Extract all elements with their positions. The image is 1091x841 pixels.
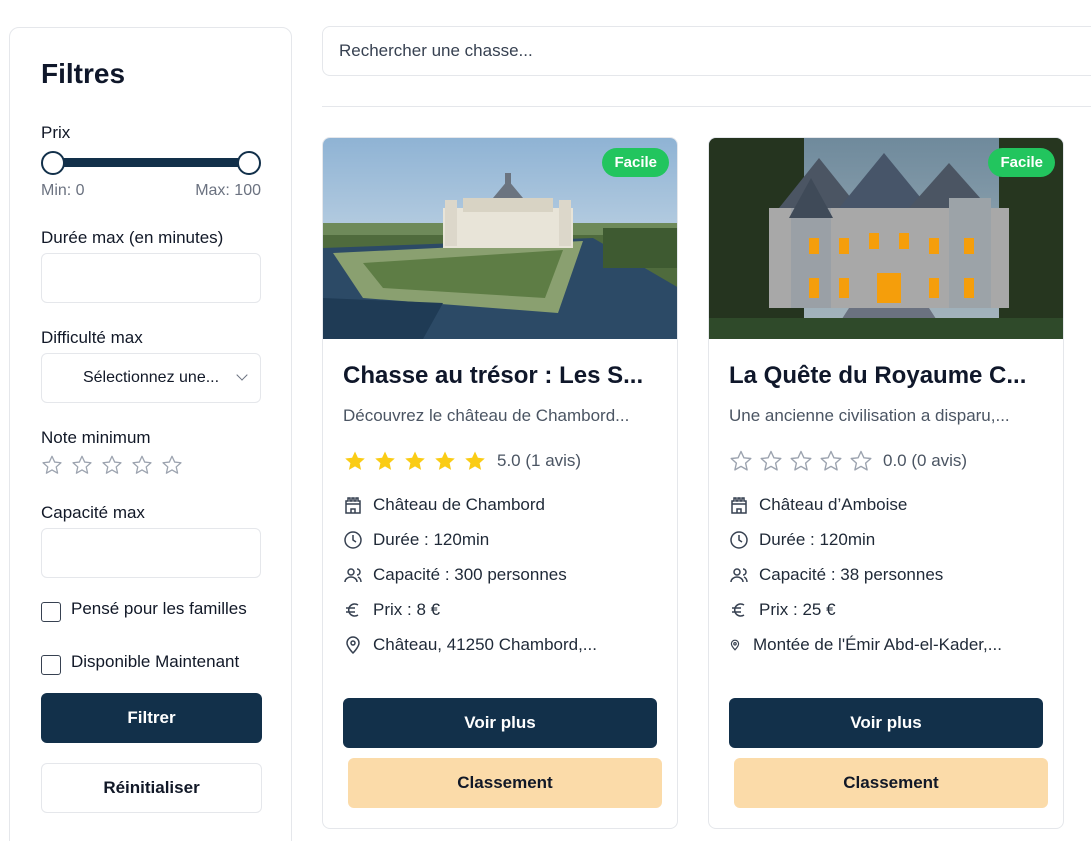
duration-label: Durée max (en minutes) bbox=[41, 228, 224, 247]
card-description: Découvrez le château de Chambord... bbox=[343, 406, 630, 425]
ranking-button[interactable]: Classement bbox=[348, 758, 662, 808]
star-icon[interactable] bbox=[161, 454, 183, 476]
star-filled-icon bbox=[345, 451, 365, 470]
card-location: Château d’Amboise bbox=[729, 495, 1049, 515]
location-text: Château d’Amboise bbox=[759, 495, 908, 514]
star-filled-icon bbox=[375, 451, 395, 470]
card-rating: 0.0 (0 avis) bbox=[729, 449, 967, 473]
map-pin-icon bbox=[346, 636, 360, 655]
available-checkbox-label: Disponible Maintenant bbox=[71, 652, 240, 671]
star-filled-icon bbox=[405, 451, 425, 470]
map-pin-icon bbox=[730, 639, 740, 651]
capacity-input[interactable] bbox=[41, 528, 261, 578]
price-label: Prix bbox=[41, 123, 71, 142]
difficulty-label: Difficulté max bbox=[41, 328, 143, 347]
card-image-chambord: Facile bbox=[323, 138, 677, 339]
available-option[interactable]: Disponible Maintenant bbox=[41, 653, 271, 675]
available-checkbox[interactable] bbox=[41, 655, 61, 675]
divider bbox=[322, 106, 1091, 107]
price-max-label: Max: 100 bbox=[195, 182, 261, 199]
card-price: Prix : 8 € bbox=[343, 600, 663, 620]
star-filled-icon bbox=[435, 451, 455, 470]
price-slider-min-handle[interactable] bbox=[41, 151, 65, 175]
difficulty-badge: Facile bbox=[602, 148, 669, 177]
price-slider-max-handle[interactable] bbox=[237, 151, 261, 175]
difficulty-selected-value: Sélectionnez une... bbox=[82, 369, 220, 386]
users-icon bbox=[344, 568, 362, 583]
difficulty-select[interactable]: Sélectionnez une... bbox=[41, 353, 261, 403]
star-icon[interactable] bbox=[71, 454, 93, 476]
price-text: Prix : 25 € bbox=[759, 600, 836, 619]
filters-sidebar: Filtres Prix Min: 0 Max: 100 Durée max (… bbox=[9, 27, 292, 841]
location-text: Château de Chambord bbox=[373, 495, 546, 514]
family-option[interactable]: Pensé pour les familles bbox=[41, 600, 251, 622]
card-price: Prix : 25 € bbox=[729, 600, 1049, 620]
min-rating-stars bbox=[41, 454, 183, 476]
card-image-castle: Facile bbox=[709, 138, 1063, 339]
chevron-down-icon bbox=[236, 369, 248, 381]
star-icon[interactable] bbox=[131, 454, 153, 476]
rating-text: 0.0 (0 avis) bbox=[883, 451, 968, 470]
star-empty-icon bbox=[790, 450, 812, 471]
clock-icon bbox=[344, 531, 362, 549]
euro-icon bbox=[732, 603, 745, 617]
capacity-text: Capacité : 300 personnes bbox=[373, 565, 567, 584]
card-capacity: Capacité : 38 personnes bbox=[729, 565, 1049, 585]
price-text: Prix : 8 € bbox=[373, 600, 441, 619]
rating-label: Note minimum bbox=[41, 428, 151, 447]
duration-text: Durée : 120min bbox=[759, 530, 876, 549]
filters-title: Filtres bbox=[41, 58, 126, 89]
hunt-card: Facile Chasse au trésor : Les S... Décou… bbox=[322, 137, 678, 829]
hunt-card: Facile La Quête du Royaume C... Une anci… bbox=[708, 137, 1064, 829]
see-more-button[interactable]: Voir plus bbox=[729, 698, 1043, 748]
duration-text: Durée : 120min bbox=[373, 530, 490, 549]
address-text: Montée de l'Émir Abd-el-Kader,... bbox=[753, 635, 1002, 654]
euro-icon bbox=[346, 603, 359, 617]
star-filled-icon bbox=[465, 451, 485, 470]
family-checkbox-label: Pensé pour les familles bbox=[71, 599, 247, 618]
filter-button[interactable]: Filtrer bbox=[41, 693, 262, 743]
family-checkbox[interactable] bbox=[41, 602, 61, 622]
star-icon[interactable] bbox=[41, 454, 63, 476]
duration-input[interactable] bbox=[41, 253, 261, 303]
price-min-label: Min: 0 bbox=[41, 182, 85, 199]
capacity-text: Capacité : 38 personnes bbox=[759, 565, 944, 584]
card-address: Montée de l'Émir Abd-el-Kader,... bbox=[729, 635, 1049, 655]
difficulty-badge: Facile bbox=[988, 148, 1055, 177]
rating-text: 5.0 (1 avis) bbox=[497, 451, 582, 470]
star-empty-icon bbox=[850, 450, 872, 471]
card-title: La Quête du Royaume C... bbox=[729, 362, 1027, 389]
capacity-label: Capacité max bbox=[41, 503, 145, 522]
star-empty-icon bbox=[820, 450, 842, 471]
castle-icon bbox=[731, 497, 747, 514]
castle-icon bbox=[345, 497, 361, 514]
address-text: Château, 41250 Chambord,... bbox=[373, 635, 597, 654]
clock-icon bbox=[730, 531, 748, 549]
card-address: Château, 41250 Chambord,... bbox=[343, 635, 663, 655]
star-empty-icon bbox=[760, 450, 782, 471]
users-icon bbox=[730, 568, 748, 583]
card-rating: 5.0 (1 avis) bbox=[343, 449, 581, 473]
card-duration: Durée : 120min bbox=[729, 530, 1049, 550]
card-description: Une ancienne civilisation a disparu,... bbox=[729, 406, 1010, 425]
ranking-button[interactable]: Classement bbox=[734, 758, 1048, 808]
card-location: Château de Chambord bbox=[343, 495, 663, 515]
reset-button[interactable]: Réinitialiser bbox=[41, 763, 262, 813]
card-title: Chasse au trésor : Les S... bbox=[343, 362, 644, 389]
card-capacity: Capacité : 300 personnes bbox=[343, 565, 663, 585]
star-empty-icon bbox=[730, 450, 752, 471]
price-slider-track[interactable] bbox=[53, 158, 249, 167]
search-input[interactable]: Rechercher une chasse... bbox=[322, 26, 1091, 76]
star-icon[interactable] bbox=[101, 454, 123, 476]
card-duration: Durée : 120min bbox=[343, 530, 663, 550]
see-more-button[interactable]: Voir plus bbox=[343, 698, 657, 748]
